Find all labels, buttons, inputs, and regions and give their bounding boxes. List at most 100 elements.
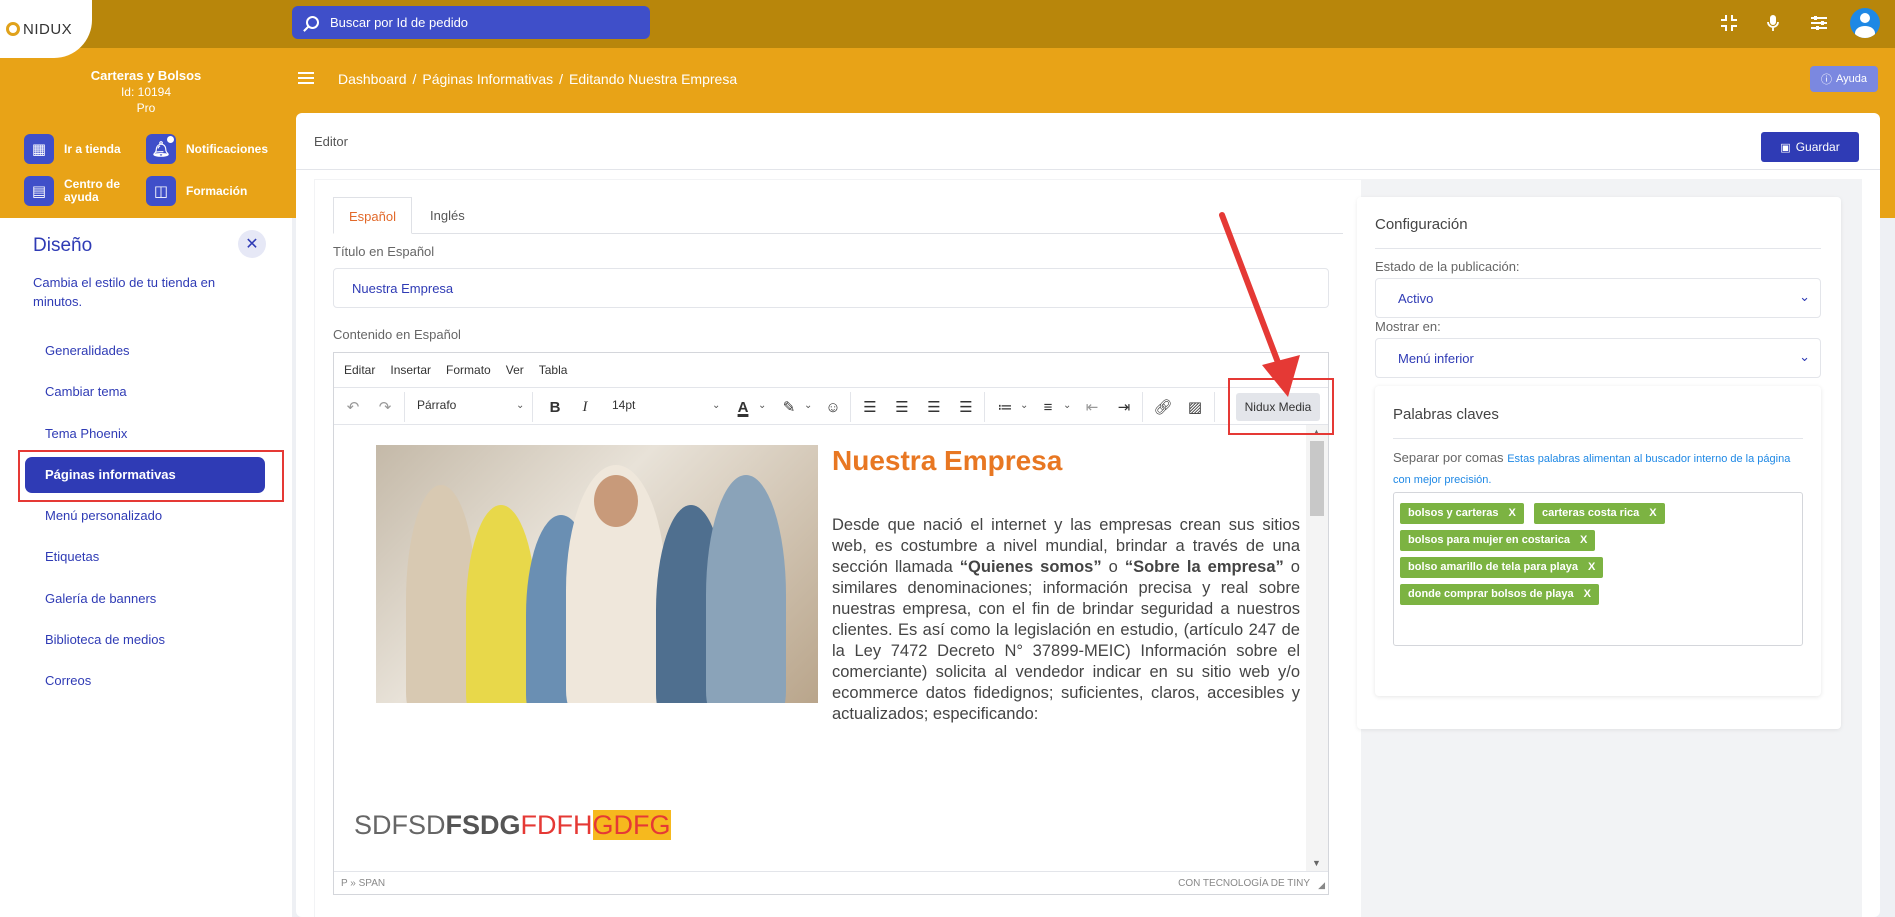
breadcrumb: Dashboard / Páginas Informativas / Editando … <box>338 71 738 87</box>
chevron-down-icon: ⌄ <box>1799 289 1810 304</box>
menu-editar[interactable]: Editar <box>344 363 375 377</box>
sidebar-item-biblioteca-medios[interactable]: Biblioteca de medios <box>45 632 165 647</box>
block-format-select[interactable]: Párrafo <box>417 398 456 412</box>
keyword-tag: bolso amarillo de tela para playa X <box>1400 557 1604 578</box>
keyword-tag: bolsos y carteras X <box>1400 503 1524 524</box>
align-justify-icon[interactable]: ☰ <box>955 396 977 418</box>
breadcrumb-current: Editando Nuestra Empresa <box>569 71 738 87</box>
text-color-icon[interactable]: A <box>732 396 754 418</box>
menu-insertar[interactable]: Insertar <box>390 363 431 377</box>
remove-tag-icon[interactable]: X <box>1584 588 1591 600</box>
toolbar-separator <box>532 392 533 422</box>
panel-divider <box>296 169 1880 170</box>
sliders-icon[interactable] <box>1806 10 1832 36</box>
scrollbar-thumb[interactable] <box>1310 441 1324 516</box>
align-right-icon[interactable]: ☰ <box>923 396 945 418</box>
chevron-down-icon: ⌄ <box>804 400 813 411</box>
user-avatar-icon[interactable] <box>1850 8 1880 38</box>
store-name: Carteras y Bolsos <box>90 68 202 83</box>
element-path: P » SPAN <box>341 878 386 889</box>
help-center-link[interactable]: ▤ Centro de ayuda <box>24 176 134 206</box>
sidebar-title: Diseño <box>33 235 93 256</box>
remove-tag-icon[interactable]: X <box>1509 507 1516 519</box>
logo-icon <box>6 22 20 36</box>
scroll-down-icon[interactable]: ▼ <box>1312 858 1321 868</box>
tab-ingles[interactable]: Inglés <box>415 197 480 234</box>
notifications-link[interactable]: 🔔︎ Notificaciones <box>146 134 268 164</box>
menu-formato[interactable]: Formato <box>446 363 491 377</box>
chevron-down-icon: ⌄ <box>516 400 525 411</box>
remove-tag-icon[interactable]: X <box>1649 507 1656 519</box>
close-icon[interactable]: ✕ <box>238 230 266 258</box>
resize-handle-icon[interactable]: ◢ <box>1318 880 1325 891</box>
redo-icon[interactable]: ↷ <box>374 396 396 418</box>
sidebar-item-cambiar-tema[interactable]: Cambiar tema <box>45 384 127 399</box>
link-icon[interactable]: 🔗︎ <box>1152 396 1174 418</box>
menu-toggle-icon[interactable] <box>298 72 314 84</box>
sample-text: SDFSDFSDGFDFHGDFG <box>354 810 671 840</box>
outdent-icon[interactable]: ⇤ <box>1081 396 1103 418</box>
font-size-select[interactable]: 14pt <box>612 398 635 412</box>
sidebar-item-galeria-banners[interactable]: Galería de banners <box>45 591 156 606</box>
italic-icon[interactable]: I <box>574 396 596 418</box>
align-left-icon[interactable]: ☰ <box>859 396 881 418</box>
config-card: Configuración Estado de la publicación: … <box>1357 197 1841 729</box>
info-icon: ⓘ <box>1821 74 1832 86</box>
toolbar-separator <box>1142 392 1143 422</box>
compress-icon[interactable] <box>1716 10 1742 36</box>
store-icon: ▦ <box>24 134 54 164</box>
breadcrumb-dashboard[interactable]: Dashboard <box>338 71 407 87</box>
title-label: Título en Español <box>333 244 435 259</box>
menu-ver[interactable]: Ver <box>506 363 524 377</box>
open-book-icon: ◫ <box>146 176 176 206</box>
show-in-select[interactable]: Menú inferior ⌄ <box>1375 338 1821 378</box>
tab-espanol[interactable]: Español <box>333 197 412 234</box>
editor-content[interactable]: Nuestra Empresa Desde que nació el inter… <box>334 425 1306 871</box>
toolbar-separator <box>404 392 405 422</box>
sidebar-item-generalidades[interactable]: Generalidades <box>45 343 130 358</box>
toolbar-separator <box>984 392 985 422</box>
editor-statusbar: P » SPAN CON TECNOLOGÍA DE TINY ◢ <box>334 871 1328 895</box>
align-center-icon[interactable]: ☰ <box>891 396 913 418</box>
sidebar: Diseño ✕ Cambia el estilo de tu tienda e… <box>0 218 292 917</box>
config-divider <box>1375 248 1821 249</box>
annotation-highlight-sidebar <box>18 450 284 502</box>
panel-title: Editor <box>314 134 348 149</box>
numbered-list-icon[interactable]: ≡ <box>1037 396 1059 418</box>
status-select[interactable]: Activo ⌄ <box>1375 278 1821 318</box>
microphone-icon[interactable] <box>1760 10 1786 36</box>
breadcrumb-pages[interactable]: Páginas Informativas <box>422 71 553 87</box>
chevron-down-icon: ⌄ <box>1063 400 1072 411</box>
keyword-tag: carteras costa rica X <box>1534 503 1665 524</box>
config-title: Configuración <box>1375 216 1468 233</box>
indent-icon[interactable]: ⇥ <box>1113 396 1135 418</box>
title-input[interactable] <box>333 268 1329 308</box>
emoji-icon[interactable]: ☺ <box>822 396 844 418</box>
bold-icon[interactable]: B <box>544 396 566 418</box>
keywords-title: Palabras claves <box>1393 406 1499 423</box>
content-paragraph: Desde que nació el internet y las empres… <box>832 516 1300 723</box>
store-id: Id: 10194 <box>120 85 172 99</box>
training-link[interactable]: ◫ Formación <box>146 176 247 206</box>
bullet-list-icon[interactable]: ≔ <box>994 396 1016 418</box>
sidebar-item-etiquetas[interactable]: Etiquetas <box>45 549 99 564</box>
sidebar-item-tema-phoenix[interactable]: Tema Phoenix <box>45 426 127 441</box>
highlight-color-icon[interactable]: ✎ <box>778 396 800 418</box>
content-heading: Nuestra Empresa <box>832 445 1063 476</box>
search-input[interactable] <box>330 15 630 30</box>
help-button[interactable]: ⓘ Ayuda <box>1810 66 1878 92</box>
remove-tag-icon[interactable]: X <box>1588 561 1595 573</box>
menu-tabla[interactable]: Tabla <box>539 363 568 377</box>
save-button[interactable]: ▣ Guardar <box>1761 132 1859 162</box>
remove-tag-icon[interactable]: X <box>1580 534 1587 546</box>
logo[interactable]: NIDUX <box>0 0 92 58</box>
sidebar-item-menu-personalizado[interactable]: Menú personalizado <box>45 508 162 523</box>
toolbar-separator <box>850 392 851 422</box>
top-bar <box>0 0 1895 48</box>
order-search[interactable] <box>292 6 650 39</box>
undo-icon[interactable]: ↶ <box>342 396 364 418</box>
keywords-input[interactable]: bolsos y carteras X carteras costa rica X … <box>1393 492 1803 646</box>
language-tabs: Español Inglés <box>333 197 1343 234</box>
sidebar-item-correos[interactable]: Correos <box>45 673 91 688</box>
store-link[interactable]: ▦ Ir a tienda <box>24 134 121 164</box>
